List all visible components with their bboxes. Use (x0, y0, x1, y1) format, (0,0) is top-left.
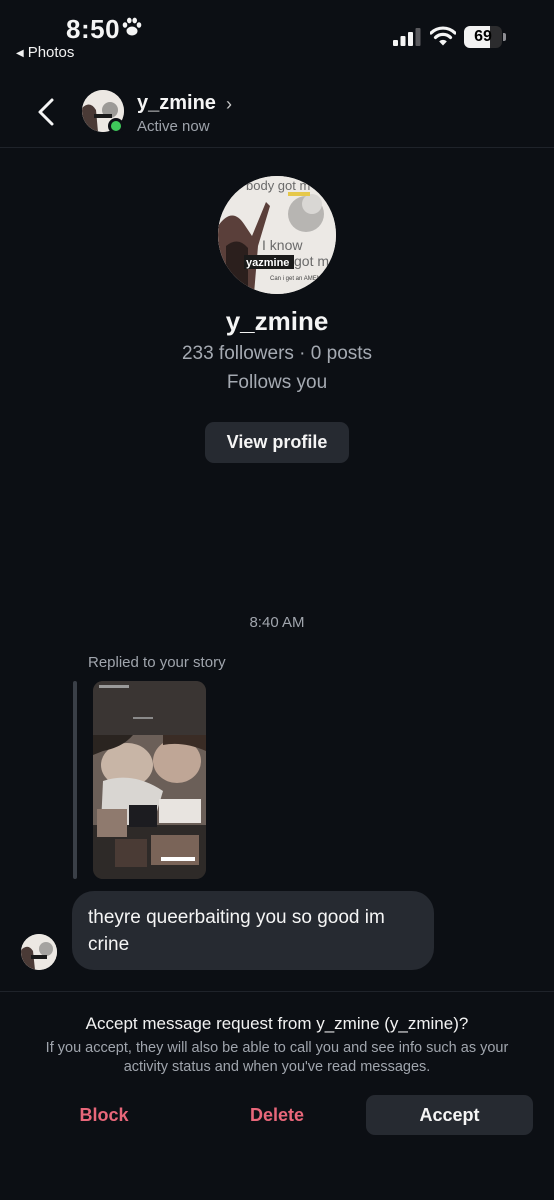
profile-stats: 233 followers · 0 posts (181, 343, 373, 364)
avatar-text-4: got m (294, 253, 329, 269)
message-request-panel: Accept message request from y_zmine (y_z… (0, 991, 554, 1200)
follows-you-label: Follows you (226, 372, 328, 393)
battery-percent: 69 (474, 28, 492, 45)
view-profile-button[interactable]: View profile (205, 422, 349, 463)
signal-icon (393, 28, 421, 46)
avatar-text-2: I know (262, 237, 303, 253)
paw-icon (122, 17, 142, 36)
battery-icon: 69 (464, 26, 506, 48)
profile-avatar[interactable]: body got m I know yazmine got m Can i ge… (218, 176, 336, 294)
request-info: If you accept, they will also be able to… (45, 1040, 509, 1075)
back-chevron-icon[interactable] (34, 96, 58, 128)
active-status: Active now (137, 118, 210, 135)
story-thumbnail-image (93, 681, 206, 879)
back-app-label: Photos (27, 44, 75, 61)
profile-avatar-image: body got m I know yazmine got m Can i ge… (218, 176, 336, 294)
story-reply-label: Replied to your story (88, 654, 226, 671)
status-bar: 8:50 ◀ Photos 69 (0, 0, 554, 70)
sender-avatar[interactable] (21, 934, 57, 970)
reply-indicator-bar (73, 681, 77, 879)
avatar-text-3: yazmine (246, 257, 289, 269)
delete-button[interactable]: Delete (217, 1095, 337, 1135)
story-thumbnail[interactable] (93, 681, 206, 879)
online-indicator (108, 118, 124, 134)
status-time: 8:50 (66, 14, 121, 44)
back-to-app-link[interactable]: ◀ Photos (16, 44, 74, 61)
wifi-icon (430, 26, 456, 46)
message-timestamp: 8:40 AM (249, 614, 305, 631)
profile-username: y_zmine (225, 306, 329, 336)
accept-button[interactable]: Accept (366, 1095, 533, 1135)
chat-header: y_zmine › Active now (0, 76, 554, 148)
message-bubble[interactable]: theyre queerbaiting you so good im crine (72, 891, 434, 970)
request-title: Accept message request from y_zmine (y_z… (85, 1014, 469, 1033)
back-triangle-icon: ◀ (16, 48, 24, 59)
avatar-text-5: Can i get an AMEN (270, 276, 321, 282)
avatar-text-1: body got m (246, 178, 310, 193)
sender-avatar-image (21, 934, 57, 970)
block-button[interactable]: Block (44, 1095, 164, 1135)
header-username[interactable]: y_zmine (137, 92, 216, 115)
profile-chevron-icon[interactable]: › (226, 94, 232, 115)
